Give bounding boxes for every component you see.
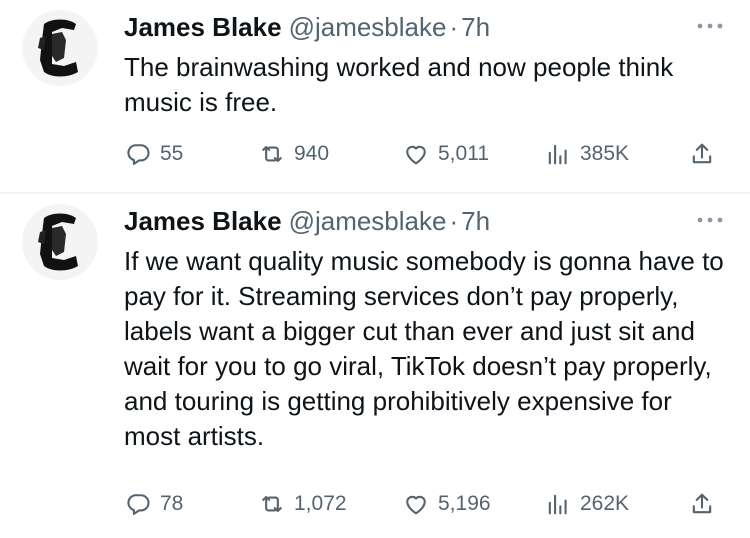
tweet-header: James Blake @jamesblake · 7h (124, 10, 490, 44)
tweet-header: James Blake @jamesblake · 7h (124, 204, 490, 238)
author-name[interactable]: James Blake (124, 12, 282, 42)
like-button[interactable]: 5,196 (402, 484, 491, 524)
avatar-image (22, 204, 98, 280)
views-count: 262K (580, 492, 630, 515)
like-count: 5,196 (438, 492, 491, 515)
like-button[interactable]: 5,011 (402, 134, 489, 174)
heart-icon (406, 145, 426, 165)
author-handle[interactable]: @jamesblake (289, 206, 447, 236)
tweet-actions: 55 940 5,011 385K (0, 134, 750, 174)
share-button[interactable] (688, 484, 716, 524)
reply-count: 55 (160, 142, 184, 165)
retweet-button[interactable]: 940 (258, 134, 329, 174)
timestamp[interactable]: 7h (461, 12, 490, 42)
author-handle[interactable]: @jamesblake (289, 12, 447, 42)
tweet[interactable]: James Blake @jamesblake · 7h If we want qua… (0, 194, 750, 538)
heart-icon (406, 495, 426, 515)
reply-count: 78 (160, 492, 184, 515)
reply-icon (127, 144, 150, 165)
like-count: 5,011 (438, 142, 489, 165)
share-icon (692, 493, 712, 514)
separator-dot: · (449, 206, 459, 236)
avatar-image (22, 10, 98, 86)
reply-button[interactable]: 78 (124, 484, 183, 524)
author-name[interactable]: James Blake (124, 206, 282, 236)
reply-icon (127, 494, 150, 515)
retweet-button[interactable]: 1,072 (258, 484, 347, 524)
separator-dot: · (449, 12, 459, 42)
share-icon (692, 143, 712, 164)
share-button[interactable] (688, 134, 716, 174)
views-icon (548, 144, 567, 165)
retweet-count: 1,072 (294, 492, 347, 515)
tweet-text: If we want quality music somebody is gon… (124, 246, 724, 451)
retweet-count: 940 (294, 142, 330, 165)
views-button[interactable]: 262K (544, 484, 629, 524)
views-button[interactable]: 385K (544, 134, 629, 174)
timestamp[interactable]: 7h (461, 206, 490, 236)
tweet-text: The brainwashing worked and now people t… (124, 52, 674, 117)
more-icon[interactable] (692, 14, 728, 38)
views-count: 385K (580, 142, 630, 165)
reply-button[interactable]: 55 (124, 134, 183, 174)
views-icon (548, 494, 567, 515)
avatar[interactable] (22, 204, 98, 280)
retweet-icon (262, 495, 282, 513)
tweet[interactable]: James Blake @jamesblake · 7h The brainwashi… (0, 0, 750, 192)
tweet-actions: 78 1,072 5,196 262K (0, 484, 750, 524)
more-icon[interactable] (692, 208, 728, 232)
retweet-icon (262, 145, 282, 163)
avatar[interactable] (22, 10, 98, 86)
